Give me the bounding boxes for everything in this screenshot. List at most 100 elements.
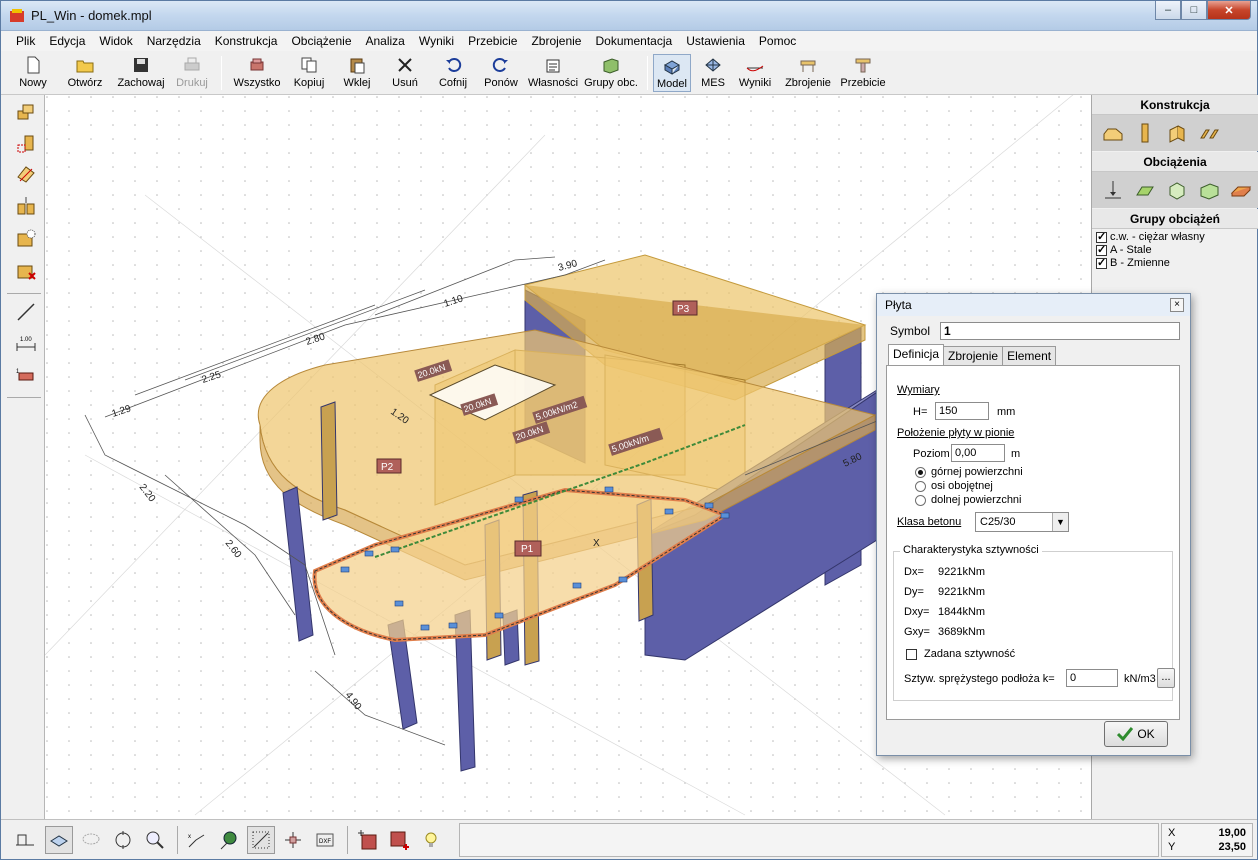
menu-narzedzia[interactable]: Narzędzia	[140, 34, 208, 48]
load-groups-icon	[603, 58, 619, 74]
slab-tool[interactable]	[1100, 120, 1126, 146]
save-button[interactable]: Zachowaj	[115, 54, 167, 92]
area-load-tool[interactable]	[1164, 177, 1190, 203]
paste-button[interactable]: Wklej	[339, 54, 375, 92]
rotate-view-button[interactable]	[109, 826, 137, 854]
close-button[interactable]: ✕	[1207, 1, 1251, 20]
wall-tool[interactable]	[1164, 120, 1190, 146]
fem-button[interactable]: MES	[695, 54, 731, 92]
create-slab-tool[interactable]	[13, 99, 39, 125]
klasa-betonu-select[interactable]: C25/30 ▼	[975, 512, 1069, 532]
h-input[interactable]: 150	[935, 402, 989, 420]
checkbox[interactable]	[906, 648, 917, 660]
load-group-item[interactable]: A - Stale	[1096, 243, 1152, 256]
save-icon	[134, 58, 148, 72]
menu-plik[interactable]: Plik	[9, 34, 42, 48]
add-numbering-button[interactable]	[385, 826, 413, 854]
reinforcement-button[interactable]: Zbrojenie	[783, 54, 833, 92]
plan-view-button[interactable]	[11, 826, 39, 854]
select-all-button[interactable]: Wszystko	[231, 54, 283, 92]
checkbox[interactable]	[1096, 230, 1107, 243]
zadana-sztywnosc-checkbox[interactable]: Zadana sztywność	[906, 648, 1015, 660]
axes-button[interactable]: x	[183, 826, 211, 854]
menu-dokumentacja[interactable]: Dokumentacja	[588, 34, 679, 48]
checkbox[interactable]	[1096, 243, 1107, 256]
redo-button[interactable]: Ponów	[483, 54, 519, 92]
menu-ustawienia[interactable]: Ustawienia	[679, 34, 752, 48]
definicja-panel: Wymiary H= 150 mm Położenie płyty w pion…	[886, 365, 1180, 720]
new-button[interactable]: Nowy	[15, 54, 51, 92]
snap-button[interactable]	[279, 826, 307, 854]
zoom-button[interactable]	[141, 826, 169, 854]
load-group-item[interactable]: B - Zmienne	[1096, 256, 1170, 269]
chevron-down-icon[interactable]: ▼	[1052, 513, 1068, 531]
volume-load-tool[interactable]	[1196, 177, 1222, 203]
numbering-button[interactable]	[353, 826, 381, 854]
label-tool[interactable]: 1	[13, 363, 39, 389]
symbol-input[interactable]: 1	[940, 322, 1181, 340]
open-button[interactable]: Otwórz	[63, 54, 107, 92]
radio-dolnej[interactable]: dolnej powierzchni	[915, 494, 1022, 506]
add-wall-tool[interactable]	[13, 131, 39, 157]
tab-definicja[interactable]: Definicja	[888, 344, 945, 365]
more-button[interactable]: ...	[1157, 668, 1175, 688]
sztyw-input[interactable]: 0	[1066, 669, 1118, 687]
dxf-icon: DXF	[316, 833, 334, 847]
poziom-input[interactable]: 0,00	[951, 444, 1005, 462]
menu-analiza[interactable]: Analiza	[359, 34, 412, 48]
undo-button[interactable]: Cofnij	[435, 54, 471, 92]
dxf-button[interactable]: DXF	[311, 826, 339, 854]
model-view-button[interactable]: Model	[653, 54, 691, 92]
menu-zbrojenie[interactable]: Zbrojenie	[524, 34, 588, 48]
h-label: H=	[913, 406, 928, 418]
radio-dot[interactable]	[915, 494, 926, 506]
load-group-item[interactable]: c.w. - ciężar własny	[1096, 230, 1205, 243]
menu-widok[interactable]: Widok	[92, 34, 139, 48]
menu-przebicie[interactable]: Przebicie	[461, 34, 524, 48]
3d-view-button[interactable]	[45, 826, 73, 854]
column-tool[interactable]	[1132, 120, 1158, 146]
menu-obciazenie[interactable]: Obciążenie	[284, 34, 358, 48]
punching-button[interactable]: Przebicie	[839, 54, 887, 92]
radio-gornej[interactable]: górnej powierzchni	[915, 466, 1023, 478]
results-button[interactable]: Wyniki	[737, 54, 773, 92]
radio-dot[interactable]	[915, 466, 926, 478]
grid-button[interactable]	[247, 826, 275, 854]
load-groups-button[interactable]: Grupy obc.	[583, 54, 639, 92]
temperature-load-tool[interactable]	[1228, 177, 1254, 203]
dimension-tool[interactable]: 1.00	[13, 331, 39, 357]
minimize-button[interactable]: –	[1155, 1, 1181, 20]
copy-button[interactable]: Kopiuj	[291, 54, 327, 92]
opening-tool[interactable]	[13, 225, 39, 251]
split-tool[interactable]	[13, 193, 39, 219]
hint-button[interactable]	[417, 826, 445, 854]
radio-dot[interactable]	[915, 480, 926, 492]
delete-button[interactable]: Usuń	[387, 54, 423, 92]
lasso-button[interactable]	[77, 826, 105, 854]
tab-element[interactable]: Element	[1002, 346, 1057, 365]
global-axes-button[interactable]	[215, 826, 243, 854]
undo-icon	[446, 58, 462, 72]
delete-opening-tool[interactable]	[13, 257, 39, 283]
dialog-close-button[interactable]: ×	[1170, 298, 1184, 312]
tab-zbrojenie[interactable]: Zbrojenie	[943, 346, 1004, 365]
column[interactable]	[320, 401, 338, 521]
radio-osi[interactable]: osi obojętnej	[915, 480, 993, 492]
dialog-titlebar[interactable]: Płyta ×	[877, 294, 1190, 316]
print-button[interactable]: Drukuj	[173, 54, 211, 92]
menu-edycja[interactable]: Edycja	[42, 34, 92, 48]
point-load-tool[interactable]	[1100, 177, 1126, 203]
wymiary-label: Wymiary	[897, 384, 940, 396]
ok-button[interactable]: OK	[1104, 721, 1168, 747]
polozenie-label: Położenie płyty w pionie	[897, 427, 1015, 439]
checkbox[interactable]	[1096, 256, 1107, 269]
menu-pomoc[interactable]: Pomoc	[752, 34, 803, 48]
maximize-button[interactable]: □	[1181, 1, 1207, 20]
line-tool[interactable]	[13, 299, 39, 325]
line-load-tool[interactable]	[1132, 177, 1158, 203]
menu-konstrukcja[interactable]: Konstrukcja	[208, 34, 285, 48]
edit-shape-tool[interactable]	[13, 161, 39, 187]
properties-button[interactable]: Własności	[527, 54, 579, 92]
support-tool[interactable]	[1196, 120, 1222, 146]
menu-wyniki[interactable]: Wyniki	[412, 34, 461, 48]
